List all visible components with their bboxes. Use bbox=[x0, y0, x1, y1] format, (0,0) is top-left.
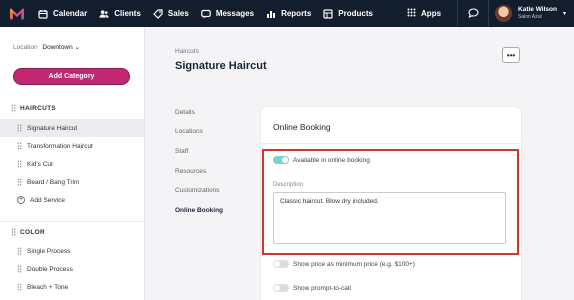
category-name: COLOR bbox=[20, 228, 45, 236]
salon-name: Salon Azul bbox=[518, 14, 542, 20]
tab-details[interactable]: Details bbox=[175, 109, 195, 116]
nav-messages[interactable]: Messages bbox=[201, 9, 254, 19]
nav-products[interactable]: Products bbox=[323, 8, 373, 19]
nav-label: Sales bbox=[167, 9, 189, 18]
show-prompt-toggle[interactable] bbox=[273, 284, 289, 292]
tab-staff[interactable]: Staff bbox=[175, 148, 188, 155]
service-name: Transformation Haircut bbox=[27, 142, 93, 150]
nav-label: Reports bbox=[281, 9, 312, 18]
nav-reports[interactable]: Reports bbox=[266, 9, 311, 19]
more-options-button[interactable]: ••• bbox=[502, 47, 520, 63]
sales-icon bbox=[153, 8, 163, 19]
card-title: Online Booking bbox=[273, 122, 331, 132]
category-header-color[interactable]: COLOR bbox=[11, 228, 45, 236]
chat-button[interactable] bbox=[458, 5, 488, 23]
service-name: Single Process bbox=[27, 247, 71, 255]
category-header-haircuts[interactable]: HAIRCUTS bbox=[11, 104, 56, 112]
drag-handle-icon[interactable] bbox=[17, 178, 22, 186]
tab-online-booking[interactable]: Online Booking bbox=[175, 207, 223, 214]
breadcrumb[interactable]: Haircuts bbox=[175, 48, 199, 55]
service-name: Signature Haircut bbox=[27, 124, 78, 132]
apps-button[interactable]: Apps bbox=[407, 8, 441, 19]
chevron-down-icon: ⌄ bbox=[74, 44, 81, 51]
avatar bbox=[495, 5, 513, 22]
drag-handle-icon[interactable] bbox=[11, 228, 16, 236]
products-icon bbox=[323, 8, 333, 19]
nav-label: Clients bbox=[114, 9, 141, 18]
service-item[interactable]: Transformation Haircut bbox=[0, 137, 144, 155]
drag-handle-icon[interactable] bbox=[17, 160, 22, 168]
service-item[interactable]: Double Process bbox=[0, 260, 144, 278]
nav-clients[interactable]: Clients bbox=[99, 9, 141, 19]
more-icon: ••• bbox=[506, 50, 516, 60]
section-divider bbox=[0, 221, 144, 222]
show-price-row: Show price as minimum price (e.g. $100+) bbox=[273, 260, 415, 268]
top-nav: Calendar Clients Sales Messages Reports … bbox=[0, 0, 574, 27]
clients-icon bbox=[99, 9, 109, 19]
chevron-down-icon: ▾ bbox=[562, 11, 566, 17]
user-menu[interactable]: Katie Wilson Salon Azul ▾ bbox=[489, 0, 574, 27]
plus-circle-icon: + bbox=[17, 196, 25, 204]
user-name: Katie Wilson bbox=[518, 6, 557, 13]
service-item[interactable]: Signature Haircut bbox=[0, 119, 144, 137]
add-service-button[interactable]: + Add Service bbox=[0, 191, 144, 209]
service-item[interactable]: Single Process bbox=[0, 242, 144, 260]
service-name: Double Process bbox=[27, 265, 73, 273]
service-name: Beard / Bang Trim bbox=[27, 178, 80, 186]
service-item[interactable]: Kid's Cut bbox=[0, 155, 144, 173]
tab-resources[interactable]: Resources bbox=[175, 168, 206, 175]
messages-icon bbox=[201, 9, 211, 19]
drag-handle-icon[interactable] bbox=[17, 124, 22, 132]
calendar-icon bbox=[38, 9, 48, 19]
sidebar: Location Downtown ⌄ Add Category HAIRCUT… bbox=[0, 27, 145, 300]
nav-calendar[interactable]: Calendar bbox=[38, 9, 87, 19]
add-category-button[interactable]: Add Category bbox=[13, 68, 130, 85]
show-price-label: Show price as minimum price (e.g. $100+) bbox=[293, 260, 415, 268]
logo-icon[interactable] bbox=[10, 7, 24, 20]
location-value: Downtown bbox=[42, 44, 73, 51]
service-name: Kid's Cut bbox=[27, 160, 53, 168]
location-label: Location bbox=[13, 44, 38, 51]
apps-grid-icon bbox=[407, 8, 416, 19]
service-name: Bleach + Tone bbox=[27, 283, 69, 291]
nav-sales[interactable]: Sales bbox=[153, 8, 189, 19]
nav-label: Messages bbox=[215, 9, 255, 18]
apps-label: Apps bbox=[421, 9, 442, 18]
service-item[interactable]: Beard / Bang Trim bbox=[0, 173, 144, 191]
tab-locations[interactable]: Locations bbox=[175, 128, 203, 135]
nav-label: Calendar bbox=[53, 9, 88, 18]
service-item[interactable]: Bleach + Tone bbox=[0, 278, 144, 296]
drag-handle-icon[interactable] bbox=[17, 265, 22, 273]
add-category-label: Add Category bbox=[48, 73, 95, 80]
page-title: Signature Haircut bbox=[175, 60, 267, 72]
location-selector[interactable]: Location Downtown ⌄ bbox=[13, 43, 80, 51]
card-divider bbox=[261, 143, 521, 144]
reports-icon bbox=[266, 9, 276, 19]
drag-handle-icon[interactable] bbox=[17, 283, 22, 291]
chat-bubble-icon bbox=[467, 5, 479, 23]
tab-customizations[interactable]: Customizations bbox=[175, 187, 219, 194]
nav-label: Products bbox=[338, 9, 373, 18]
drag-handle-icon[interactable] bbox=[17, 247, 22, 255]
show-prompt-row: Show prompt-to-call bbox=[273, 284, 351, 292]
show-prompt-label: Show prompt-to-call bbox=[293, 284, 351, 292]
highlight-box bbox=[262, 149, 519, 255]
show-price-toggle[interactable] bbox=[273, 260, 289, 268]
add-service-label: Add Service bbox=[30, 196, 66, 204]
category-name: HAIRCUTS bbox=[20, 104, 56, 112]
drag-handle-icon[interactable] bbox=[17, 142, 22, 150]
drag-handle-icon[interactable] bbox=[11, 104, 16, 112]
